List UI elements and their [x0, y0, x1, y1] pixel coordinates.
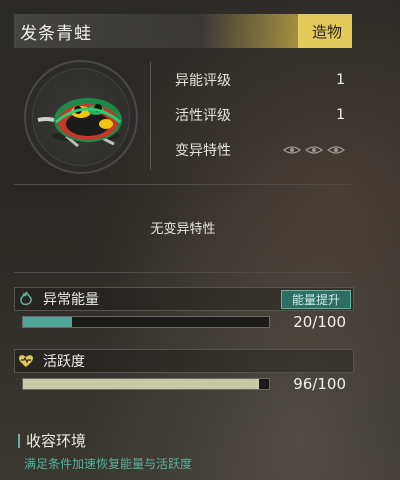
activity-fill [23, 379, 260, 389]
stat-ability-rating: 异能评级 1 [175, 70, 345, 90]
eye-icon [327, 146, 345, 154]
stat-value: 1 [336, 107, 345, 123]
item-header: 发条青蛙 造物 [14, 14, 352, 48]
eye-icon [283, 146, 301, 154]
activity-label: 活跃度 [43, 354, 85, 370]
energy-fill [23, 317, 73, 327]
energy-progress-bar [22, 316, 270, 328]
energy-label: 异常能量 [43, 292, 99, 308]
energy-header: 异常能量 能量提升 [14, 287, 354, 311]
item-category-tag: 造物 [297, 14, 352, 48]
stat-value: 1 [336, 72, 345, 88]
activity-value: 96/100 [293, 375, 346, 393]
heading-marker [18, 433, 20, 448]
containment-environment-heading: 收容环境 [18, 430, 86, 451]
item-title: 发条青蛙 [20, 23, 92, 44]
energy-boost-button[interactable]: 能量提升 [280, 290, 351, 309]
flame-icon [15, 288, 37, 310]
containment-environment-title: 收容环境 [26, 432, 87, 450]
trait-slots[interactable] [283, 145, 345, 155]
stat-label: 变异特性 [175, 143, 231, 159]
stat-mutation-traits: 变异特性 [175, 140, 345, 160]
clockwork-frog-icon [37, 98, 122, 148]
eye-icon [305, 146, 323, 154]
heartbeat-icon [15, 350, 37, 372]
activity-progress-bar [22, 378, 270, 390]
no-trait-text: 无变异特性 [150, 222, 216, 237]
energy-value: 20/100 [293, 313, 346, 331]
containment-environment-desc: 满足条件加速恢复能量与活跃度 [24, 457, 193, 471]
divider [14, 272, 352, 273]
stat-activity-rating: 活性评级 1 [175, 105, 345, 125]
divider-vertical [150, 62, 151, 170]
activity-header: 活跃度 [14, 349, 354, 373]
divider [14, 184, 352, 185]
item-portrait [24, 60, 138, 174]
stat-label: 异能评级 [175, 73, 231, 89]
stat-label: 活性评级 [175, 108, 231, 124]
